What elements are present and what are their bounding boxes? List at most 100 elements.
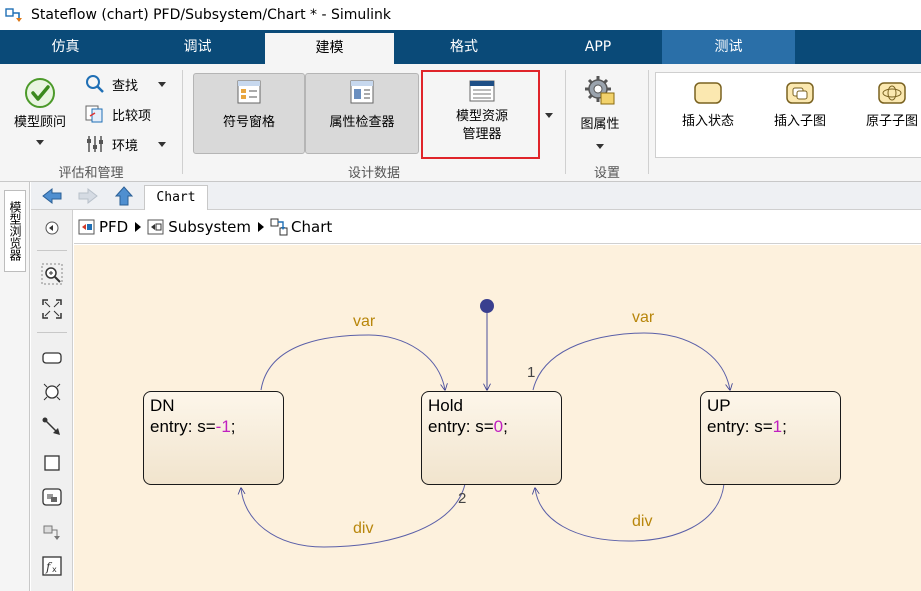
state-up[interactable]: UP entry: s=1; [700,391,841,485]
subchart-tool-icon[interactable] [41,486,63,508]
atomic-subchart-label: 原子子图 [865,114,918,129]
ribbon-separator [648,70,649,174]
symbols-pane-label: 符号窗格 [222,115,275,130]
ribbon-separator [565,70,566,174]
state-entry-action: entry: s=0; [428,417,508,436]
design-data-group-label: 设计数据 [347,166,400,181]
search-icon [86,75,104,93]
toolstrip-tabs: 仿真 调试 建模 格式 APP 测试 [0,30,921,64]
breadcrumb-label: Subsystem [168,217,252,236]
state-name: DN [150,396,175,415]
tab-modeling[interactable]: 建模 [265,33,394,64]
breadcrumb: PFD Subsystem Chart [74,210,921,244]
transition-label[interactable]: div [353,520,373,538]
execution-order-label: 2 [458,490,467,507]
navigation-bar: Chart [31,182,921,210]
find-button[interactable]: 查找 [84,74,167,94]
object-palette: f x [31,210,73,591]
title-bar: Stateflow (chart) PFD/Subsystem/Chart * … [0,0,921,30]
compare-label: 比较项 [112,108,152,124]
ribbon-separator [182,70,183,174]
simulink-function-icon[interactable] [41,522,63,544]
property-inspector-label: 属性检查器 [329,115,395,130]
state-name: Hold [428,396,463,415]
tab-test[interactable]: 测试 [662,30,795,64]
tab-apps[interactable]: APP [534,30,662,64]
transition-dn-to-hold[interactable] [260,334,445,390]
breadcrumb-label: Chart [291,217,333,236]
stateflow-chart-icon [270,218,288,235]
evaluate-manage-group-label: 评估和管理 [58,166,124,181]
highlight-box [421,70,540,159]
environment-label: 环境 [112,138,139,154]
subchart-icon [786,82,814,104]
zoom-in-icon[interactable] [41,263,63,285]
transition-hold-to-up[interactable] [532,332,730,390]
model-browser-tab[interactable]: 模型浏览器 [4,190,26,272]
default-transition-icon[interactable] [41,416,63,438]
transition-label[interactable]: var [353,313,375,331]
insert-subchart-button[interactable]: 插入子图 [762,81,838,131]
ribbon: 模型顾问 查找 比较项 环境 评估和管理 符号窗格 属性检查器 模型资源 管理器… [0,64,921,182]
tab-simulation[interactable]: 仿真 [0,30,131,64]
chart-canvas[interactable]: DN entry: s=-1; Hold entry: s=0; UP entr… [74,245,921,591]
breadcrumb-item-subsystem[interactable]: Subsystem [147,218,251,236]
model-icon [78,219,95,234]
property-inspector-button[interactable]: 属性检查器 [305,73,419,154]
state-entry-action: entry: s=-1; [150,417,236,436]
default-transition-dot[interactable] [480,299,494,313]
atomic-subchart-button[interactable]: 原子子图 [854,81,921,131]
back-arrow-icon[interactable] [41,186,63,206]
subsystem-icon [147,219,164,234]
property-inspector-icon [350,80,374,104]
atomic-subchart-icon [878,82,906,104]
symbols-pane-button[interactable]: 符号窗格 [193,73,305,154]
compare-button[interactable]: 比较项 [84,104,151,124]
breadcrumb-label: PFD [99,217,129,236]
state-icon [694,82,722,104]
transition-label[interactable]: div [632,513,652,531]
tab-chart[interactable]: Chart [144,185,208,210]
setup-group-label: 设置 [593,166,620,181]
state-hold[interactable]: Hold entry: s=0; [421,391,562,485]
palette-separator [37,250,67,251]
breadcrumb-item-chart[interactable]: Chart [270,218,332,236]
symbols-pane-icon [237,80,261,104]
forward-arrow-icon[interactable] [77,186,99,206]
breadcrumb-item-pfd[interactable]: PFD [78,218,128,236]
tab-debug[interactable]: 调试 [131,30,264,64]
fit-to-view-icon[interactable] [41,298,63,320]
insert-state-button[interactable]: 插入状态 [670,81,746,131]
chart-properties-button[interactable]: 图属性 [570,74,630,153]
transition-label[interactable]: var [632,309,654,327]
state-entry-action: entry: s=1; [707,417,787,436]
environment-sliders-icon [87,136,103,152]
tab-format[interactable]: 格式 [394,30,534,64]
model-browser-strip: 模型浏览器 [0,182,30,591]
compare-icon [85,105,103,123]
insert-gallery: 插入状态 插入子图 原子子图 [655,72,921,158]
transition-up-to-hold[interactable] [535,483,725,542]
function-tool-icon[interactable]: f x [41,555,63,577]
insert-subchart-label: 插入子图 [773,114,826,129]
state-tool-icon[interactable] [41,347,63,369]
chevron-down-icon[interactable] [36,140,44,145]
chevron-right-icon [135,221,142,232]
junction-tool-icon[interactable] [41,381,63,403]
window-title: Stateflow (chart) PFD/Subsystem/Chart * … [31,7,392,23]
state-name: UP [707,396,731,415]
up-arrow-icon[interactable] [113,186,135,206]
chevron-down-icon[interactable] [596,144,604,149]
chevron-down-icon[interactable] [545,113,553,118]
checkmark-icon [25,78,55,108]
model-advisor-label: 模型顾问 [13,115,66,130]
chevron-right-icon [258,221,265,232]
insert-state-label: 插入状态 [681,114,734,129]
environment-button[interactable]: 环境 [84,134,167,154]
chevron-down-icon[interactable] [158,81,167,87]
state-dn[interactable]: DN entry: s=-1; [143,391,284,485]
model-advisor-button[interactable]: 模型顾问 [4,74,76,149]
hide-show-icon[interactable] [41,217,63,239]
chevron-down-icon[interactable] [158,141,167,147]
box-tool-icon[interactable] [41,452,63,474]
